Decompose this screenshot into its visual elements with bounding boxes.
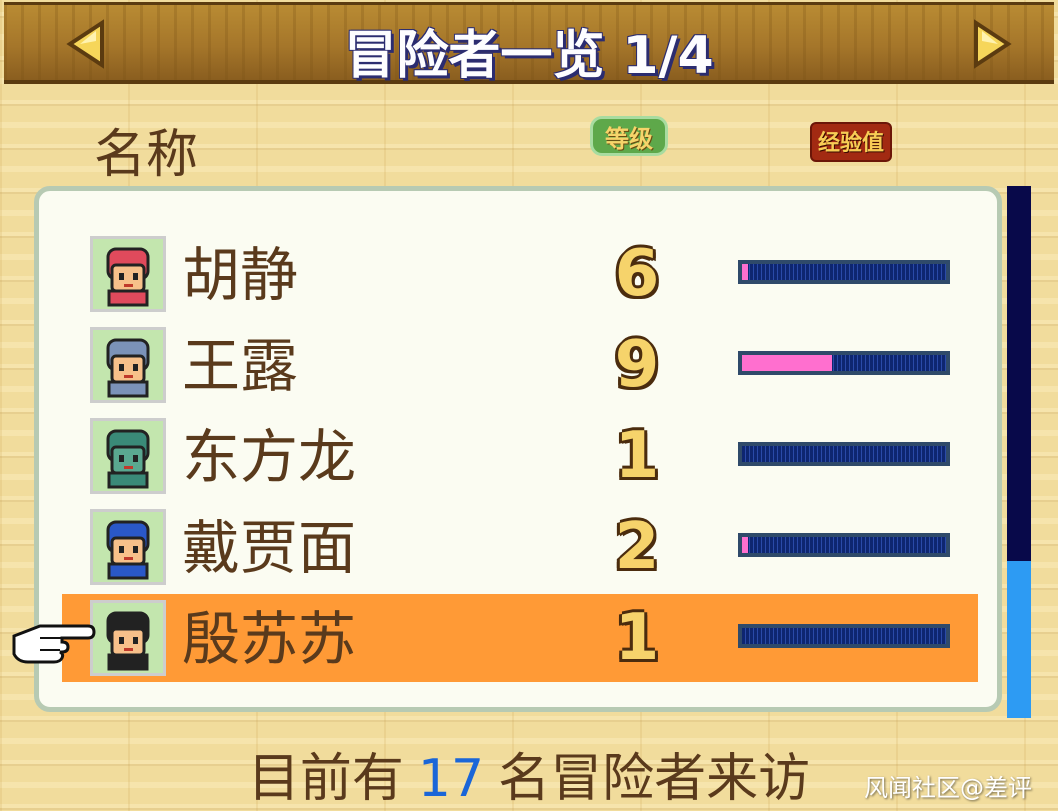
adventurer-name: 胡静 <box>182 241 299 309</box>
exp-bar <box>738 260 950 284</box>
adventurer-level: 9 <box>614 328 660 402</box>
triangle-right-icon <box>974 19 1012 69</box>
adventurer-row[interactable]: 胡静 6 <box>62 230 978 318</box>
column-header-level[interactable]: 等级 <box>590 116 668 156</box>
adventurer-name: 戴贾面 <box>182 514 357 582</box>
page-indicator: 1/4 <box>622 26 714 86</box>
exp-bar-fill <box>742 537 748 553</box>
adventurer-portrait <box>90 509 166 585</box>
exp-bar-fill <box>742 264 748 280</box>
exp-bar <box>738 351 950 375</box>
adventurer-portrait <box>90 236 166 312</box>
adventurer-name: 殷苏苏 <box>182 605 357 673</box>
exp-bar-fill <box>742 355 832 371</box>
adventurer-level: 6 <box>614 237 660 311</box>
next-page-button[interactable] <box>966 19 1016 69</box>
visitor-count: 17 <box>417 749 485 809</box>
pointing-hand-icon <box>12 624 96 664</box>
adventurer-portrait <box>90 327 166 403</box>
character-sprite-icon <box>106 338 150 398</box>
visitor-prefix: 目前有 <box>247 749 404 809</box>
adventurer-level: 2 <box>614 510 660 584</box>
character-sprite-icon <box>106 429 150 489</box>
adventurer-level: 1 <box>614 601 660 675</box>
adventurer-name: 王露 <box>182 332 299 400</box>
adventurer-row[interactable]: 殷苏苏 1 <box>62 594 978 682</box>
adventurer-name: 东方龙 <box>182 423 357 491</box>
title-bar: 冒险者一览 1/4 <box>4 2 1054 86</box>
adventurer-level: 1 <box>614 419 660 493</box>
scrollbar[interactable] <box>1007 186 1031 718</box>
character-sprite-icon <box>106 520 150 580</box>
exp-bar <box>738 442 950 466</box>
column-header-exp[interactable]: 经验值 <box>810 122 892 162</box>
scrollbar-thumb[interactable] <box>1007 561 1031 718</box>
column-header-name: 名称 <box>94 125 199 185</box>
exp-bar <box>738 533 950 557</box>
adventurer-row[interactable]: 王露 9 <box>62 321 978 409</box>
visitor-suffix: 名冒险者来访 <box>498 749 811 809</box>
adventurer-row[interactable]: 东方龙 1 <box>62 412 978 500</box>
character-sprite-icon <box>106 247 150 307</box>
character-sprite-icon <box>106 611 150 671</box>
exp-bar <box>738 624 950 648</box>
watermark: 风闻社区@差评 <box>864 774 1032 802</box>
page-title: 冒险者一览 1/4 <box>4 13 1054 88</box>
adventurer-portrait <box>90 418 166 494</box>
page-title-text: 冒险者一览 <box>344 26 605 86</box>
adventurer-portrait <box>90 600 166 676</box>
adventurer-row[interactable]: 戴贾面 2 <box>62 503 978 591</box>
